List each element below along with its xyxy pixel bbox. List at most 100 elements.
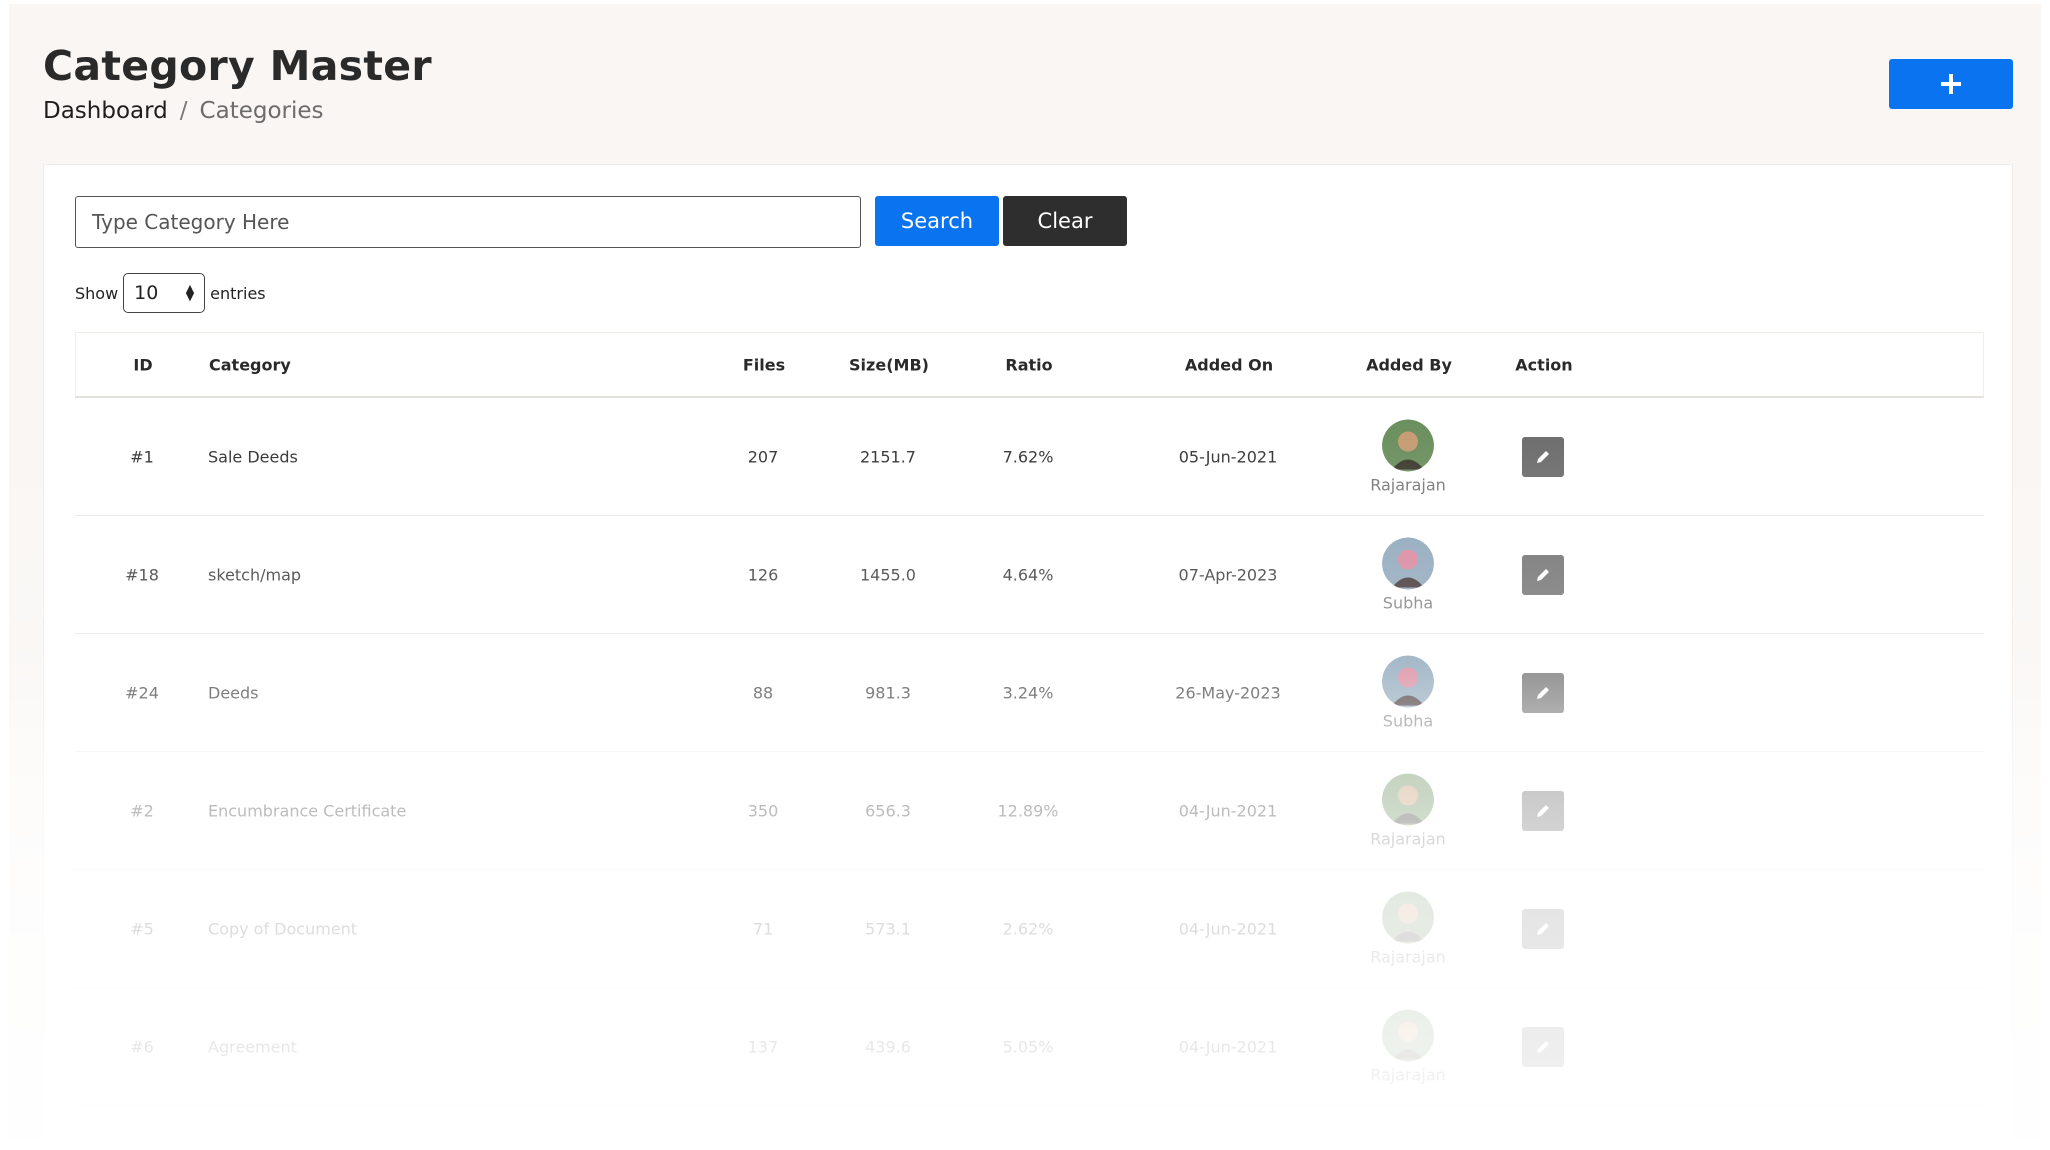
row-added-on: 05-Jun-2021 — [1178, 447, 1278, 466]
added-by-name: Rajarajan — [1370, 475, 1446, 494]
pencil-icon — [1537, 804, 1549, 817]
avatar — [1382, 773, 1434, 825]
row-added-by: Rajarajan — [1353, 419, 1463, 494]
row-size: 656.3 — [865, 801, 911, 820]
row-id: #1 — [130, 447, 154, 466]
breadcrumb-dashboard-link[interactable]: Dashboard — [43, 98, 168, 124]
select-arrows-icon: ▲ ▼ — [185, 282, 195, 303]
avatar — [1382, 419, 1434, 471]
row-added-by: Rajarajan — [1353, 891, 1463, 966]
row-files: 137 — [747, 1037, 779, 1056]
row-files: 71 — [752, 919, 774, 938]
row-category: Deeds — [208, 683, 259, 702]
added-by-name: Subha — [1382, 593, 1434, 612]
row-ratio: 3.24% — [1002, 683, 1054, 702]
avatar — [1382, 1009, 1434, 1061]
row-size: 573.1 — [865, 919, 911, 938]
row-added-on: 04-Jun-2021 — [1178, 801, 1278, 820]
row-files: 207 — [747, 447, 779, 466]
column-header-ratio[interactable]: Ratio — [979, 355, 1079, 374]
row-size: 1455.0 — [860, 565, 916, 584]
row-action — [1522, 436, 1564, 477]
row-category: sketch/map — [208, 565, 302, 584]
added-by-name: Subha — [1382, 711, 1434, 730]
row-ratio: 5.05% — [1002, 1037, 1054, 1056]
row-ratio: 7.62% — [1002, 447, 1054, 466]
table-row: #1 Sale Deeds 207 2151.7 7.62% 05-Jun-2021 Raj… — [75, 398, 1984, 516]
column-header-action: Action — [1515, 355, 1573, 374]
column-header-category[interactable]: Category — [209, 355, 291, 374]
column-header-id[interactable]: ID — [76, 355, 210, 374]
row-id: #2 — [130, 801, 154, 820]
avatar — [1382, 655, 1434, 707]
row-action — [1522, 672, 1564, 713]
entries-label: entries — [210, 283, 266, 303]
row-ratio: 4.64% — [1002, 565, 1054, 584]
clear-button[interactable]: Clear — [1003, 196, 1127, 246]
row-added-by: Rajarajan — [1353, 773, 1463, 848]
pencil-icon — [1537, 686, 1549, 699]
row-size: 2151.7 — [860, 447, 916, 466]
table-row: #5 Copy of Document 71 573.1 2.62% 04-Jun-202… — [75, 870, 1984, 988]
row-category: Sale Deeds — [208, 447, 298, 466]
column-header-added-on[interactable]: Added On — [1144, 355, 1314, 374]
page-title: Category Master — [43, 42, 432, 90]
table-body: #1 Sale Deeds 207 2151.7 7.62% 05-Jun-2021 Raj… — [75, 398, 1984, 1106]
added-by-name: Rajarajan — [1370, 947, 1446, 966]
bottom-strip — [0, 1141, 2050, 1150]
column-header-files[interactable]: Files — [714, 355, 814, 374]
pencil-icon — [1537, 450, 1549, 463]
category-card: Search Clear Show 10 ▲▼ entries ID Categ… — [43, 164, 2013, 1150]
row-ratio: 12.89% — [997, 801, 1059, 820]
edit-button[interactable] — [1522, 672, 1564, 713]
breadcrumb-current: Categories — [199, 98, 324, 124]
page: Category Master Dashboard / Categories S… — [9, 4, 2041, 1150]
row-action — [1522, 1026, 1564, 1067]
show-label: Show — [75, 283, 119, 303]
row-id: #5 — [130, 919, 154, 938]
pencil-icon — [1537, 568, 1549, 581]
avatar — [1382, 537, 1434, 589]
entries-select[interactable]: 10 ▲ ▼ — [123, 273, 206, 313]
entries-select-value: 10 — [134, 282, 159, 304]
table-row: #18 sketch/map 126 1455.0 4.64% 07-Apr-2023 Su… — [75, 516, 1984, 634]
row-added-on: 26-May-2023 — [1175, 683, 1281, 702]
added-by-name: Rajarajan — [1370, 1065, 1446, 1084]
edit-button[interactable] — [1522, 908, 1564, 949]
column-header-added-by[interactable]: Added By — [1354, 355, 1464, 374]
category-table: ID Category Files Size(MB) Ratio Added O… — [75, 332, 1984, 1106]
breadcrumb: Dashboard / Categories — [43, 98, 324, 124]
table-row: #24 Deeds 88 981.3 3.24% 26-May-2023 Subha — [75, 634, 1984, 752]
table-row: #6 Agreement 137 439.6 5.05% 04-Jun-2021 Rajar… — [75, 988, 1984, 1106]
row-added-by: Subha — [1353, 655, 1463, 730]
edit-button[interactable] — [1522, 790, 1564, 831]
row-id: #24 — [125, 683, 159, 702]
pencil-icon — [1537, 922, 1549, 935]
table-row: #2 Encumbrance Certificate 350 656.3 12.89% 0… — [75, 752, 1984, 870]
breadcrumb-separator: / — [179, 98, 188, 124]
edit-button[interactable] — [1522, 436, 1564, 477]
pencil-icon — [1537, 1040, 1549, 1053]
entries-length-control: Show 10 ▲ ▼ entries — [75, 273, 266, 313]
avatar — [1382, 891, 1434, 943]
edit-button[interactable] — [1522, 554, 1564, 595]
row-ratio: 2.62% — [1002, 919, 1054, 938]
row-id: #6 — [130, 1037, 154, 1056]
row-action — [1522, 554, 1564, 595]
row-files: 350 — [747, 801, 779, 820]
search-button[interactable]: Search — [875, 196, 999, 246]
row-added-on: 07-Apr-2023 — [1178, 565, 1278, 584]
row-added-by: Rajarajan — [1353, 1009, 1463, 1084]
row-action — [1522, 790, 1564, 831]
table-header: ID Category Files Size(MB) Ratio Added O… — [75, 332, 1984, 398]
row-category: Encumbrance Certificate — [208, 801, 407, 820]
edit-button[interactable] — [1522, 1026, 1564, 1067]
add-category-button[interactable] — [1889, 59, 2013, 109]
column-header-size[interactable]: Size(MB) — [834, 355, 944, 374]
category-search-input[interactable] — [75, 196, 861, 248]
row-action — [1522, 908, 1564, 949]
row-added-by: Subha — [1353, 537, 1463, 612]
row-size: 981.3 — [865, 683, 911, 702]
row-id: #18 — [125, 565, 159, 584]
row-files: 126 — [747, 565, 779, 584]
